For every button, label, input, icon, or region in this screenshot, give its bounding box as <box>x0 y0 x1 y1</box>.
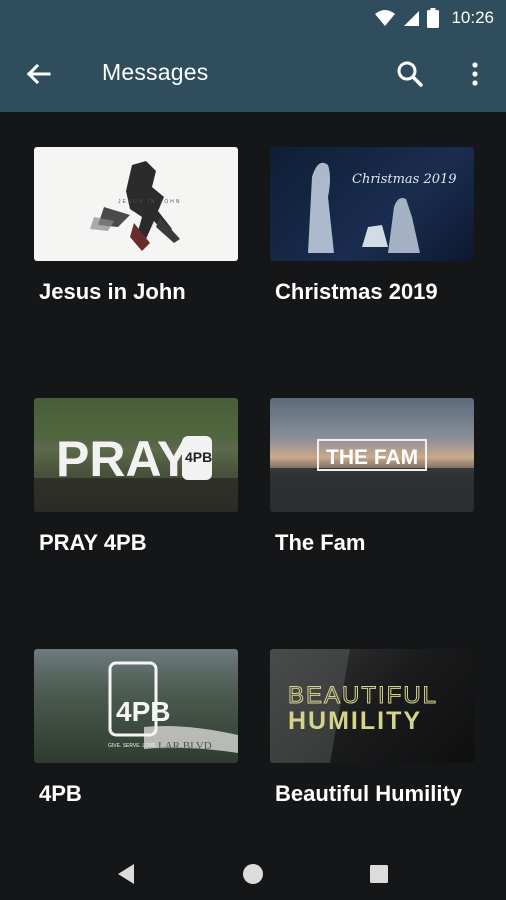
thumb-text: Christmas 2019 <box>352 172 457 187</box>
signal-icon <box>404 11 420 26</box>
message-title: 4PB <box>39 781 82 806</box>
status-time: 10:26 <box>451 8 494 27</box>
thumb-sub: GIVE. SERVE. LOVE. <box>108 743 157 749</box>
message-thumbnail: BEAUTIFUL HUMILITY <box>270 649 474 763</box>
city-artwork: THE FAM <box>270 439 474 512</box>
search-icon[interactable] <box>394 58 426 90</box>
thumb-text: PRAY <box>56 431 190 487</box>
thumb-bottom: LAR BLVD <box>158 740 212 752</box>
more-vert-icon[interactable] <box>462 58 488 90</box>
thumb-text-line2: HUMILITY <box>288 707 422 735</box>
pray-artwork: PRAY 4PB <box>34 398 238 512</box>
message-title: Beautiful Humility <box>275 781 463 806</box>
message-card[interactable]: PRAY 4PB PRAY 4PB <box>34 398 238 558</box>
message-thumbnail: JESUS IN JOHN <box>34 147 238 261</box>
message-card[interactable]: Christmas 2019 Christmas 2019 <box>270 147 474 307</box>
back-triangle-icon[interactable] <box>110 858 142 890</box>
message-thumbnail: THE FAM <box>270 398 474 512</box>
status-bar: 10:26 <box>0 0 506 36</box>
message-thumbnail: Christmas 2019 <box>270 147 474 261</box>
message-title: The Fam <box>275 530 366 555</box>
recents-square-icon[interactable] <box>363 858 395 890</box>
message-title: PRAY 4PB <box>39 530 147 555</box>
page-title: Messages <box>102 59 209 85</box>
system-nav-bar <box>0 848 506 900</box>
message-title: Jesus in John <box>39 279 186 304</box>
nativity-artwork: Christmas 2019 <box>308 162 457 253</box>
thumb-text-line1: BEAUTIFUL <box>288 682 438 709</box>
message-card[interactable]: THE FAM The Fam <box>270 398 474 558</box>
message-thumbnail: 4PB GIVE. SERVE. LOVE. LAR BLVD <box>34 649 238 763</box>
app-bar: Messages <box>0 36 506 112</box>
message-card[interactable]: 4PB GIVE. SERVE. LOVE. LAR BLVD 4PB <box>34 649 238 809</box>
back-arrow-icon[interactable] <box>22 58 54 90</box>
messages-grid: JESUS IN JOHN Jesus in John Christmas 20… <box>0 112 506 848</box>
4pb-artwork: 4PB GIVE. SERVE. LOVE. LAR BLVD <box>108 661 238 753</box>
humility-artwork: BEAUTIFUL HUMILITY <box>270 649 438 763</box>
thumb-text: THE FAM <box>326 446 418 469</box>
thumb-text: 4PB <box>116 696 170 727</box>
message-title: Christmas 2019 <box>275 279 438 304</box>
wifi-icon <box>375 10 396 26</box>
message-card[interactable]: BEAUTIFUL HUMILITY Beautiful Humility <box>270 649 474 809</box>
thumb-badge: 4PB <box>185 449 212 465</box>
home-circle-icon[interactable] <box>237 858 269 890</box>
message-thumbnail: PRAY 4PB <box>34 398 238 512</box>
jesus-artwork: JESUS IN JOHN <box>90 161 182 251</box>
battery-icon <box>427 8 440 28</box>
status-icons: 10:26 <box>375 0 494 36</box>
message-card[interactable]: JESUS IN JOHN Jesus in John <box>34 147 238 307</box>
thumb-text: JESUS IN JOHN <box>118 199 182 205</box>
